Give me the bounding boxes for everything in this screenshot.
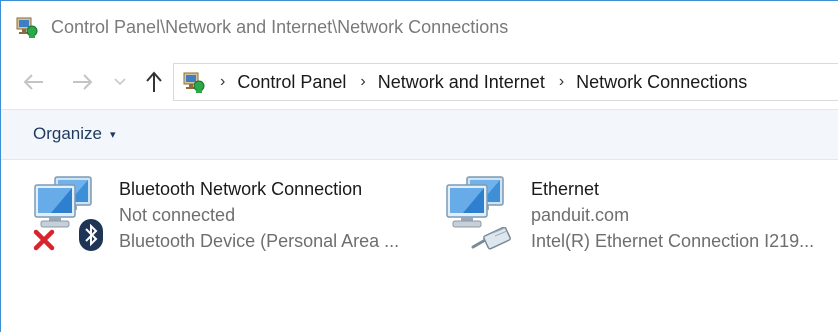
- command-bar: Organize ▾: [1, 109, 838, 160]
- back-button[interactable]: [19, 57, 49, 107]
- connection-item-ethernet[interactable]: Ethernet panduit.com Intel(R) Ethernet C…: [441, 173, 838, 255]
- network-connections-icon: [16, 17, 38, 38]
- connection-details: Bluetooth Network Connection Not connect…: [119, 173, 399, 255]
- bluetooth-icon: [79, 219, 103, 251]
- caret-down-icon: ▾: [109, 128, 116, 141]
- bluetooth-network-icon: [29, 173, 109, 253]
- connection-device: Intel(R) Ethernet Connection I219...: [531, 231, 815, 251]
- breadcrumb-control-panel[interactable]: Control Panel: [237, 72, 346, 93]
- breadcrumb-separator[interactable]: ›: [360, 73, 365, 91]
- arrow-right-icon: [73, 74, 93, 90]
- up-button[interactable]: [139, 57, 169, 107]
- breadcrumb-network-and-internet[interactable]: Network and Internet: [378, 72, 545, 93]
- breadcrumb-separator[interactable]: ›: [559, 73, 564, 91]
- arrow-up-icon: [146, 71, 162, 92]
- navigation-bar: › Control Panel › Network and Internet ›…: [1, 57, 838, 107]
- arrow-left-icon: [23, 74, 43, 90]
- red-x-icon: [33, 229, 55, 251]
- connection-device: Bluetooth Device (Personal Area ...: [119, 231, 400, 251]
- connection-item-bluetooth[interactable]: Bluetooth Network Connection Not connect…: [29, 173, 424, 255]
- connection-details: Ethernet panduit.com Intel(R) Ethernet C…: [531, 173, 814, 255]
- window-title: Control Panel\Network and Internet\Netwo…: [51, 17, 509, 37]
- organize-label: Organize: [33, 124, 102, 143]
- organize-button[interactable]: Organize ▾: [33, 124, 116, 144]
- address-bar[interactable]: › Control Panel › Network and Internet ›…: [173, 63, 838, 101]
- recent-locations-button[interactable]: [109, 57, 131, 107]
- ethernet-network-icon: [441, 173, 521, 253]
- connection-name: Ethernet: [531, 179, 600, 199]
- connection-status: panduit.com: [531, 205, 630, 225]
- chevron-down-icon: [114, 78, 126, 86]
- connection-status: Not connected: [119, 205, 236, 225]
- connection-name: Bluetooth Network Connection: [119, 179, 363, 199]
- breadcrumb-separator[interactable]: ›: [220, 73, 225, 91]
- ethernet-cable-icon: [471, 227, 511, 250]
- forward-button[interactable]: [67, 57, 97, 107]
- control-panel-icon: [183, 72, 205, 93]
- title-bar: Control Panel\Network and Internet\Netwo…: [1, 1, 838, 57]
- connections-list: Bluetooth Network Connection Not connect…: [1, 161, 838, 332]
- breadcrumb-network-connections[interactable]: Network Connections: [576, 72, 747, 93]
- explorer-window: Control Panel\Network and Internet\Netwo…: [0, 0, 838, 332]
